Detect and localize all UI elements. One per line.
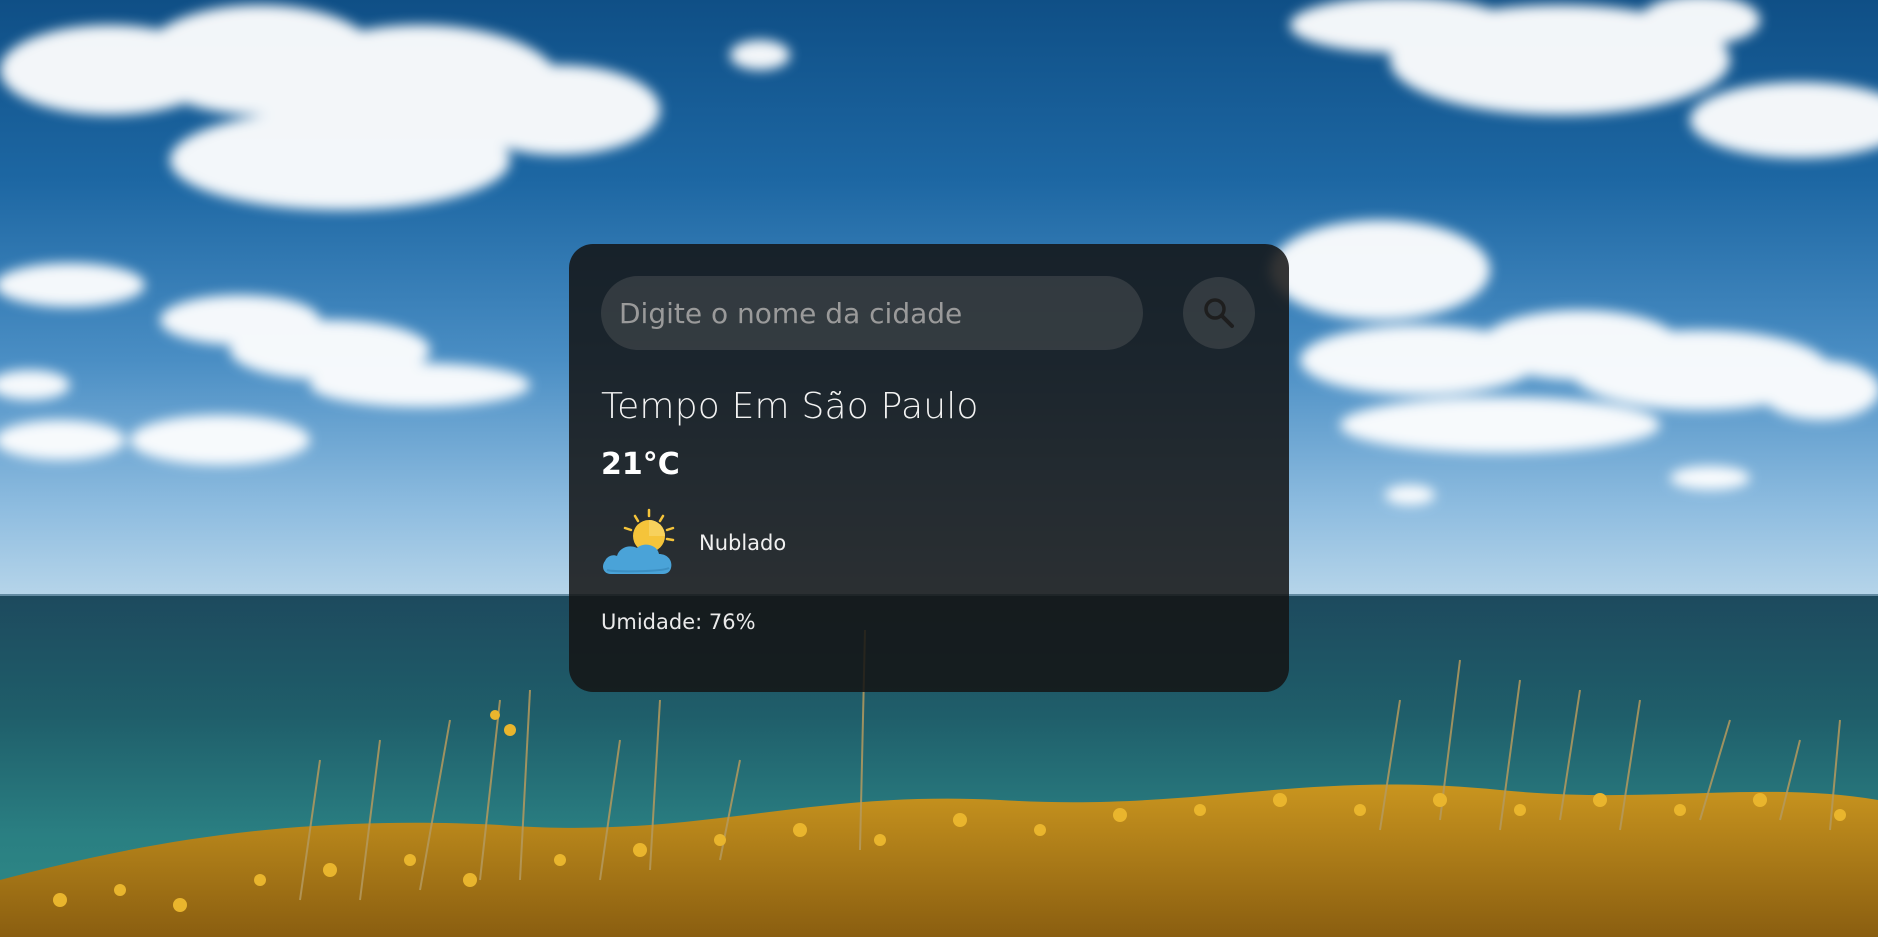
humidity-value: Umidade: 76% [601,610,756,634]
city-title: Tempo Em São Paulo [601,386,979,427]
search-button[interactable] [1183,277,1255,349]
temperature-value: 21°C [601,447,680,482]
city-search-input[interactable] [601,276,1143,350]
search-icon [1204,298,1234,328]
partly-cloudy-icon [603,508,675,574]
weather-card: Tempo Em São Paulo 21°C Nublado Umidade:… [569,244,1289,692]
weather-condition: Nublado [699,531,787,555]
search-bar [601,276,1257,350]
condition-row: Nublado [601,508,1257,578]
